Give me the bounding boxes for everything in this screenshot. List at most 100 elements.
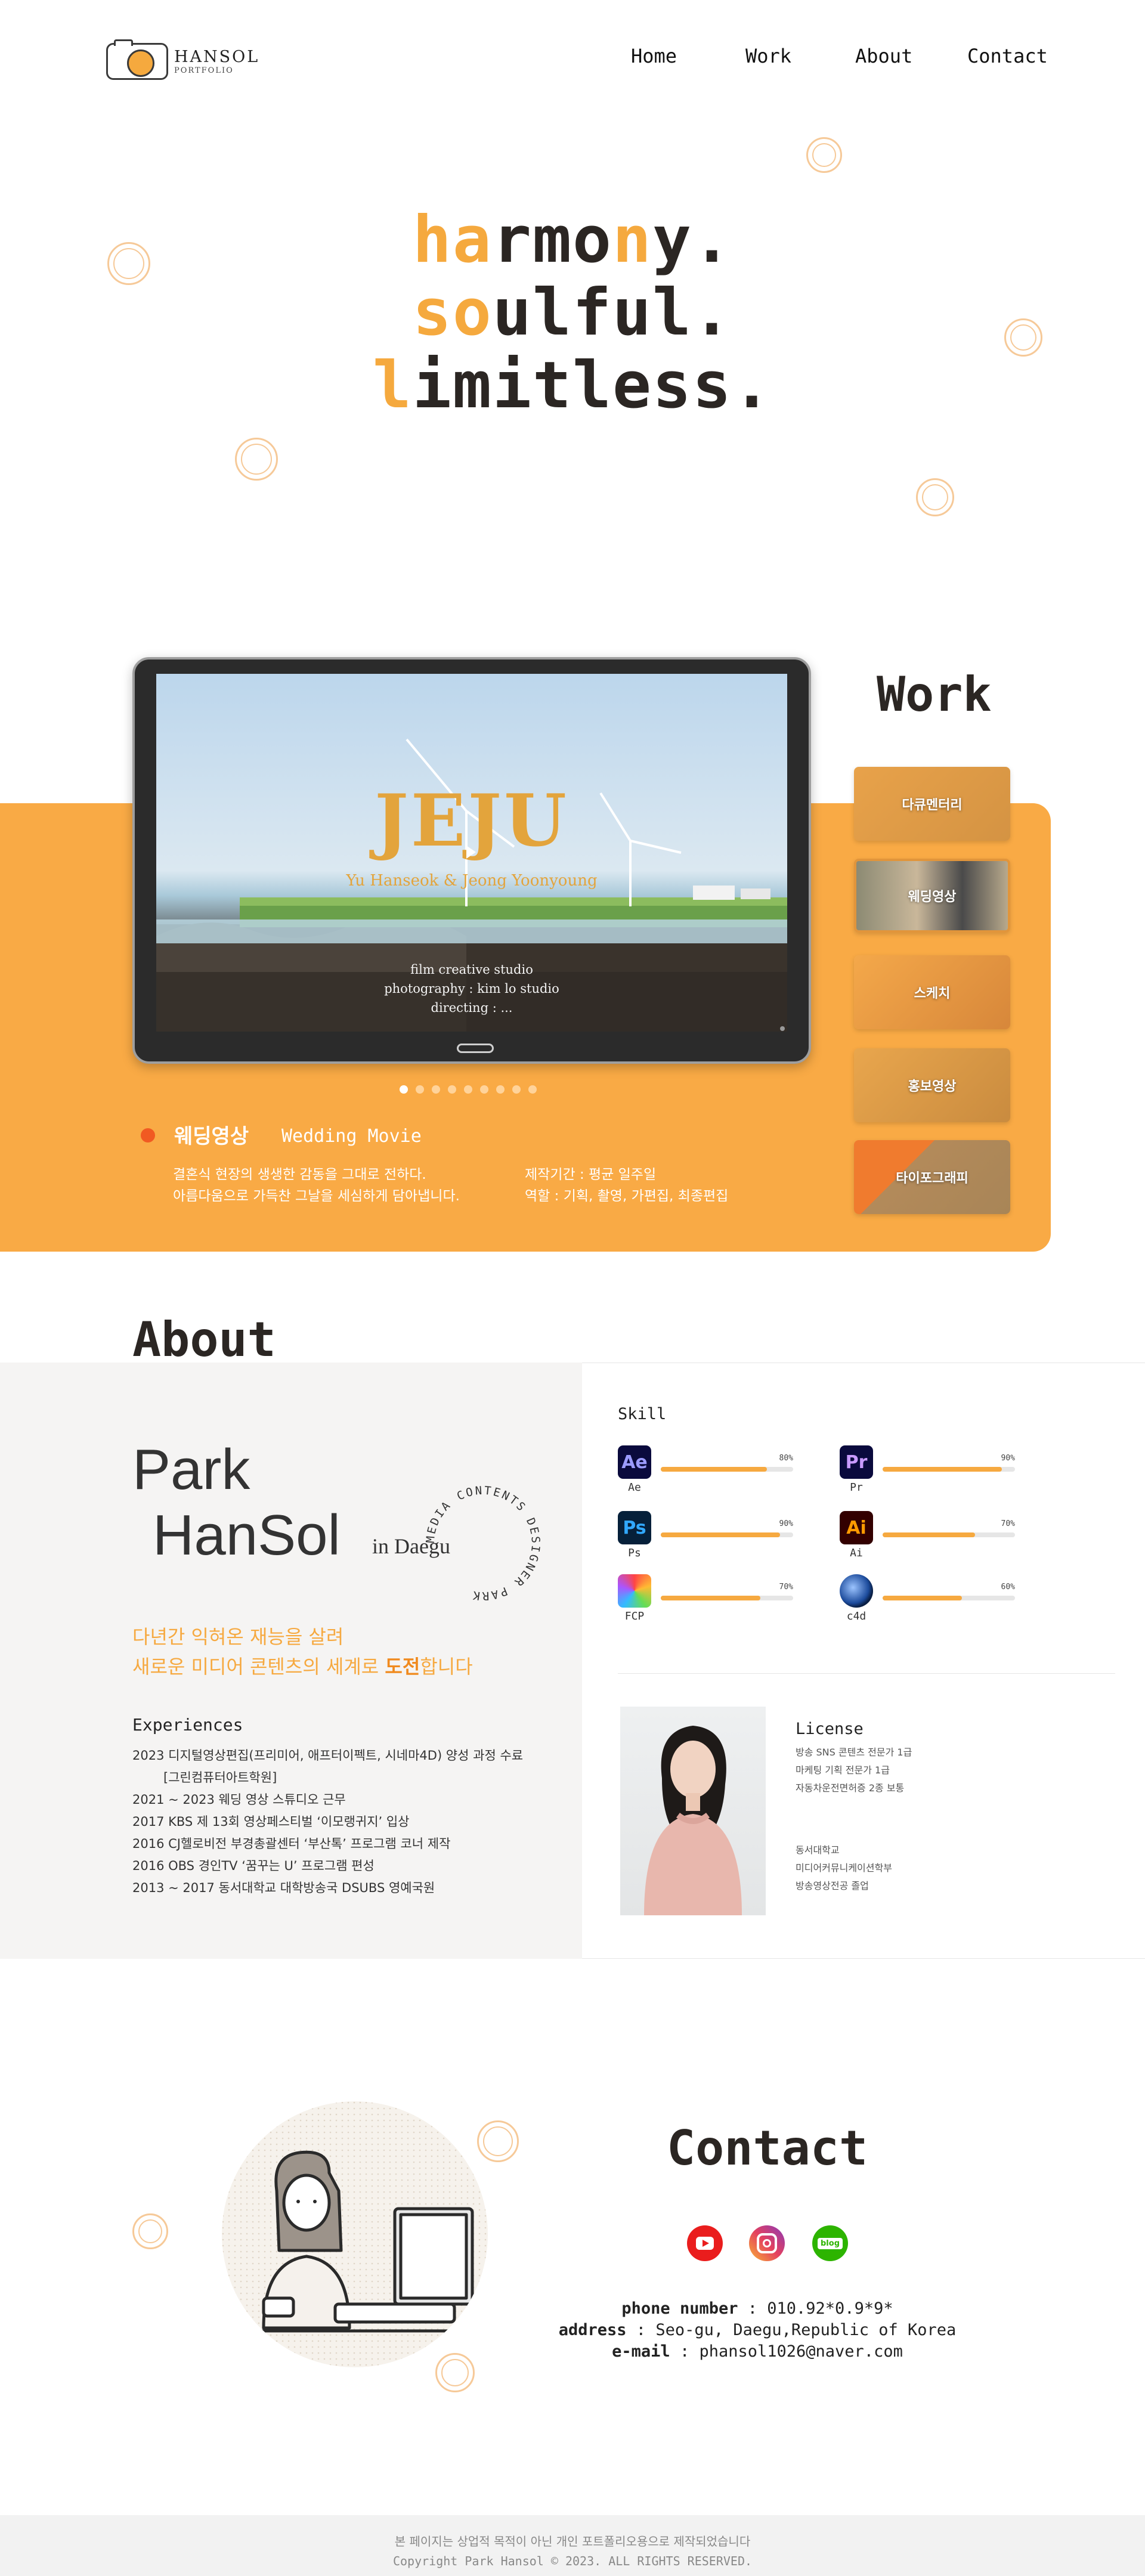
hero-text: ulful. <box>492 275 733 350</box>
contact-info: phone number : 010.92*0.9*9* address : S… <box>558 2299 957 2361</box>
skill-percent: 70% <box>779 1583 793 1592</box>
carousel-dot[interactable] <box>480 1085 488 1094</box>
nav-about[interactable]: About <box>855 45 912 67</box>
deco-ring <box>806 137 842 173</box>
hero-text: y. <box>652 203 733 277</box>
nav-home[interactable]: Home <box>631 45 677 67</box>
carousel-dot[interactable] <box>432 1085 440 1094</box>
skill-bar: 90% <box>883 1454 1015 1472</box>
email-label: e-mail <box>612 2342 670 2361</box>
blog-icon-label: blog <box>818 2237 843 2249</box>
credit-line: photography : kim lo studio <box>384 982 559 996</box>
thumb-typography[interactable]: 타이포그래피 <box>854 1140 1010 1214</box>
carousel-dot[interactable] <box>528 1085 537 1094</box>
license-title: License <box>796 1720 864 1738</box>
stamp-text: MEDIA CONTENTS DESIGNER PARK <box>424 1484 540 1602</box>
skill-fill <box>883 1532 976 1537</box>
nav-work[interactable]: Work <box>745 45 791 67</box>
skill-bar: 60% <box>883 1583 1015 1600</box>
tagline-emphasis: 도전 <box>385 1655 420 1678</box>
skill-label: Ps <box>628 1547 641 1559</box>
experience-item: 2017 KBS 제 13회 영상페스티벌 ‘이모랭귀지’ 입상 <box>132 1815 410 1829</box>
experiences-title: Experiences <box>132 1715 243 1735</box>
skill-label: Ai <box>850 1547 863 1559</box>
skill-title: Skill <box>618 1405 667 1423</box>
footer-copyright: Copyright Park Hansol © 2023. ALL RIGHTS… <box>392 2554 753 2568</box>
experience-item: 2016 OBS 경인TV ‘꿈꾸는 U’ 프로그램 편성 <box>132 1859 375 1873</box>
education-list: 동서대학교 미디어커뮤니케이션학부 방송영상전공 졸업 <box>796 1841 892 1895</box>
deco-ring <box>435 2353 475 2392</box>
blog-icon[interactable]: blog <box>812 2225 848 2261</box>
tagline-line: 다년간 익혀온 재능을 살려 <box>132 1626 344 1648</box>
carousel-dot[interactable] <box>496 1085 505 1094</box>
nav-contact[interactable]: Contact <box>967 45 1048 67</box>
contact-title: Contact <box>667 2120 868 2176</box>
license-list: 방송 SNS 콘텐츠 전문가 1급 마케팅 기획 전문가 1급 자동차운전면허증… <box>796 1744 912 1797</box>
hero-accent: so <box>412 275 493 350</box>
profile-photo <box>620 1707 766 1915</box>
work-title: Work <box>877 667 992 722</box>
illustrator-icon: Ai <box>840 1511 873 1544</box>
tagline: 다년간 익혀온 재능을 살려 새로운 미디어 콘텐츠의 세계로 도전합니다 <box>132 1622 473 1682</box>
logo[interactable]: HANSOL PORTFOLIO <box>106 39 259 80</box>
education-item: 미디어커뮤니케이션학부 <box>796 1862 892 1874</box>
production-role: 역할 : 기획, 촬영, 가편집, 최종편집 <box>525 1188 729 1204</box>
thumb-wedding[interactable]: 웨딩영상 <box>854 859 1010 933</box>
production-period: 제작기간 : 평균 일주일 <box>525 1167 657 1182</box>
video-player[interactable]: JEJU Yu Hanseok & Jeong Yoonyoung film c… <box>156 674 787 1032</box>
education-item: 방송영상전공 졸업 <box>796 1880 869 1891</box>
skill-fill <box>883 1596 963 1600</box>
carousel-dot[interactable] <box>416 1085 424 1094</box>
after-effects-icon: Ae <box>618 1445 651 1479</box>
photoshop-icon: Ps <box>618 1511 651 1544</box>
carousel-dot[interactable] <box>400 1085 408 1094</box>
instagram-icon[interactable] <box>749 2225 785 2261</box>
carousel-dots[interactable] <box>400 1085 537 1094</box>
logo-subtitle: PORTFOLIO <box>174 66 234 75</box>
category-description: 결혼식 현장의 생생한 감동을 그대로 전하다. 아름다움으로 가득찬 그날을 … <box>173 1164 460 1207</box>
experience-item: 2016 CJ헬로비전 부경총괄센터 ‘부산톡’ 프로그램 코너 제작 <box>132 1837 451 1851</box>
carousel-dot[interactable] <box>448 1085 456 1094</box>
thumb-promo[interactable]: 홍보영상 <box>854 1048 1010 1122</box>
license-item: 마케팅 기획 전문가 1급 <box>796 1764 890 1776</box>
experiences-list: 2023 디지털영상편집(프리미어, 애프터이펙트, 시네마4D) 양성 과정 … <box>132 1745 523 1899</box>
license-item: 자동차운전면허증 2종 보통 <box>796 1782 905 1794</box>
designer-stamp-badge: MEDIA CONTENTS DESIGNER PARK <box>424 1484 540 1602</box>
thumb-label: 다큐멘터리 <box>902 798 963 813</box>
skill-fill <box>661 1596 760 1600</box>
skill-ps: Ps Ps 90% <box>618 1511 793 1559</box>
phone-value[interactable]: 010.92*0.9*9* <box>767 2299 893 2318</box>
skill-percent: 90% <box>1001 1454 1015 1463</box>
experience-item: 2013 ~ 2017 동서대학교 대학방송국 DSUBS 영예국원 <box>132 1881 435 1895</box>
skill-percent: 80% <box>779 1454 793 1463</box>
premiere-icon: Pr <box>840 1445 873 1479</box>
footer-notice: 본 페이지는 상업적 목적이 아닌 개인 포트폴리오용으로 제작되었습니다 <box>394 2534 751 2549</box>
tagline-line: 새로운 미디어 콘텐츠의 세계로 <box>132 1655 385 1678</box>
carousel-dot[interactable] <box>464 1085 472 1094</box>
hero-accent: l <box>372 348 413 423</box>
thumb-documentary[interactable]: 다큐멘터리 <box>854 767 1010 841</box>
play-icon[interactable] <box>466 846 476 859</box>
skill-fcp: FCP 70% <box>618 1574 793 1623</box>
address-label: address <box>558 2321 627 2339</box>
profile-photo-illustration <box>644 1726 742 1915</box>
carousel-dot[interactable] <box>512 1085 521 1094</box>
divider <box>618 1673 1115 1674</box>
category-en: Wedding Movie <box>281 1126 422 1147</box>
experience-item: [그린컴퓨터아트학원] <box>163 1770 277 1785</box>
thumb-label: 웨딩영상 <box>908 890 957 905</box>
thumb-label: 스케치 <box>914 986 951 1001</box>
woman-at-computer-illustration <box>222 2101 488 2367</box>
youtube-icon[interactable] <box>687 2225 723 2261</box>
final-cut-pro-icon <box>618 1574 651 1608</box>
skill-label: Pr <box>850 1481 863 1494</box>
skill-label: Ae <box>628 1481 641 1494</box>
thumb-sketch[interactable]: 스케치 <box>854 955 1010 1029</box>
email-value[interactable]: phansol1026@naver.com <box>699 2342 902 2361</box>
skill-fill <box>661 1467 767 1472</box>
about-title: About <box>132 1312 276 1367</box>
skill-label: c4d <box>846 1610 867 1623</box>
skill-percent: 70% <box>1001 1519 1015 1528</box>
contact-illustration <box>222 2101 488 2367</box>
skill-bar: 90% <box>661 1519 793 1537</box>
